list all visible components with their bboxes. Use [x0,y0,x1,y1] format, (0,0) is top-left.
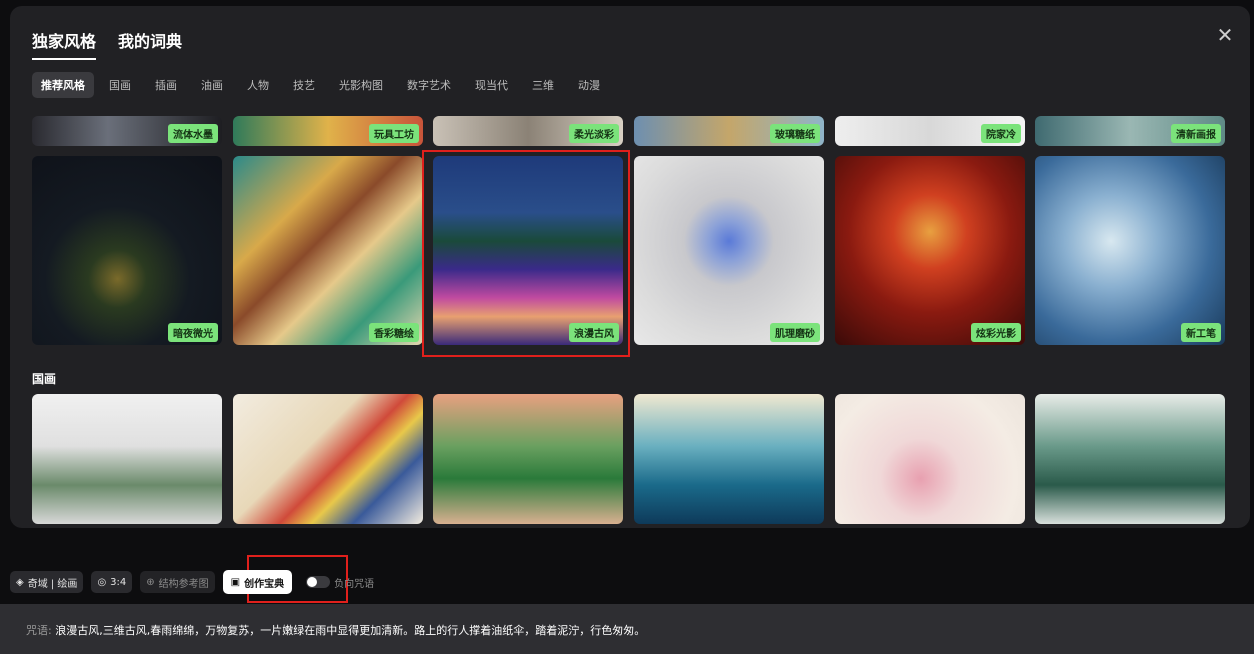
category-tab-light[interactable]: 光影构图 [330,72,392,98]
prompt-label: 咒语: [26,624,56,637]
prompt-value: 浪漫古风,三维古风,春雨绵绵，万物复苏，一片嫩绿在雨中显得更加清新。路上的行人撑… [55,624,646,637]
style-card[interactable]: 柔光淡彩 [433,116,623,146]
book-icon: ▣ [230,576,241,588]
style-card[interactable]: 玻璃糖纸 [634,116,824,146]
category-tab-modern[interactable]: 现当代 [466,72,517,98]
guohua-card[interactable] [835,394,1025,524]
style-tag: 玻璃糖纸 [770,124,820,143]
creation-book-label: 创作宝典 [244,578,285,590]
category-tab-illustration[interactable]: 插画 [146,72,186,98]
structure-reference-button[interactable]: ⊕ 结构参考图 [140,571,215,593]
prompt-input[interactable]: 咒语: 浪漫古风,三维古风,春雨绵绵，万物复苏，一片嫩绿在雨中显得更加清新。路上… [26,622,645,638]
top-tabs: 独家风格 我的词典 [32,28,182,60]
selected-card-highlight [422,150,630,357]
toggle-switch-icon[interactable] [306,576,331,588]
category-tabs: 推荐风格 国画 插画 油画 人物 技艺 光影构图 数字艺术 现当代 三维 动漫 [32,72,609,98]
style-tag: 院家冷 [981,124,1021,143]
style-card[interactable]: 流体水墨 [32,116,222,146]
style-tag: 新工笔 [1181,323,1221,342]
style-tag: 香彩糖绘 [369,323,419,342]
guohua-card[interactable] [1035,394,1225,524]
ratio-label: 3:4 [110,576,127,588]
close-icon[interactable]: ✕ [1214,24,1236,46]
style-tag: 流体水墨 [168,124,218,143]
colorful-light-image[interactable]: 炫彩光影 [835,156,1025,345]
section-title-guohua: 国画 [32,372,57,386]
plus-icon: ⊕ [146,576,155,588]
model-label: 奇域 | 绘画 [27,578,78,590]
category-tab-anime[interactable]: 动漫 [569,72,609,98]
style-tag: 玩具工坊 [369,124,419,143]
category-tab-oil[interactable]: 油画 [192,72,232,98]
style-tag: 炫彩光影 [971,323,1021,342]
negative-prompt-toggle[interactable]: 负向咒语 [300,571,380,593]
toolbar: ◈ 奇域 | 绘画 ◎ 3:4 ⊕ 结构参考图 ▣ 创作宝典 负向咒语 [10,570,380,594]
category-tab-recommended[interactable]: 推荐风格 [32,72,94,98]
category-tab-guohua[interactable]: 国画 [100,72,140,98]
guohua-card[interactable] [32,394,222,524]
tab-my-dictionary[interactable]: 我的词典 [118,28,182,60]
style-dictionary-modal: 独家风格 我的词典 ✕ 推荐风格 国画 插画 油画 人物 技艺 光影构图 数字艺… [10,6,1250,528]
tab-exclusive-styles[interactable]: 独家风格 [32,28,97,60]
style-tag: 肌理磨砂 [770,323,820,342]
style-tag: 柔光淡彩 [569,124,619,143]
night-glow-image[interactable]: 暗夜微光 [32,156,222,345]
category-tab-digital[interactable]: 数字艺术 [398,72,460,98]
ratio-icon: ◎ [97,576,107,588]
style-card[interactable]: 院家冷 [835,116,1025,146]
guohua-card[interactable] [233,394,423,524]
structure-reference-label: 结构参考图 [158,578,209,590]
new-gongbi-image[interactable]: 新工笔 [1035,156,1225,345]
layers-icon: ◈ [16,576,24,588]
category-tab-3d[interactable]: 三维 [523,72,563,98]
guohua-card[interactable] [634,394,824,524]
candy-paint-image[interactable]: 香彩糖绘 [233,156,423,345]
category-tab-craft[interactable]: 技艺 [284,72,324,98]
creation-book-button[interactable]: ▣ 创作宝典 [222,570,293,594]
style-card[interactable]: 清新画报 [1035,116,1225,146]
style-grid: 流体水墨 玩具工坊 柔光淡彩 玻璃糖纸 院家冷 清新画报 暗夜微光 香彩糖绘 浪… [10,116,1250,528]
style-tag: 清新画报 [1171,124,1221,143]
ratio-selector[interactable]: ◎ 3:4 [91,571,133,593]
negative-prompt-label: 负向咒语 [334,578,375,590]
model-selector[interactable]: ◈ 奇域 | 绘画 [10,571,84,593]
category-tab-people[interactable]: 人物 [238,72,278,98]
style-tag: 暗夜微光 [168,323,218,342]
matte-texture-image[interactable]: 肌理磨砂 [634,156,824,345]
style-card[interactable]: 玩具工坊 [233,116,423,146]
guohua-card[interactable] [433,394,623,524]
